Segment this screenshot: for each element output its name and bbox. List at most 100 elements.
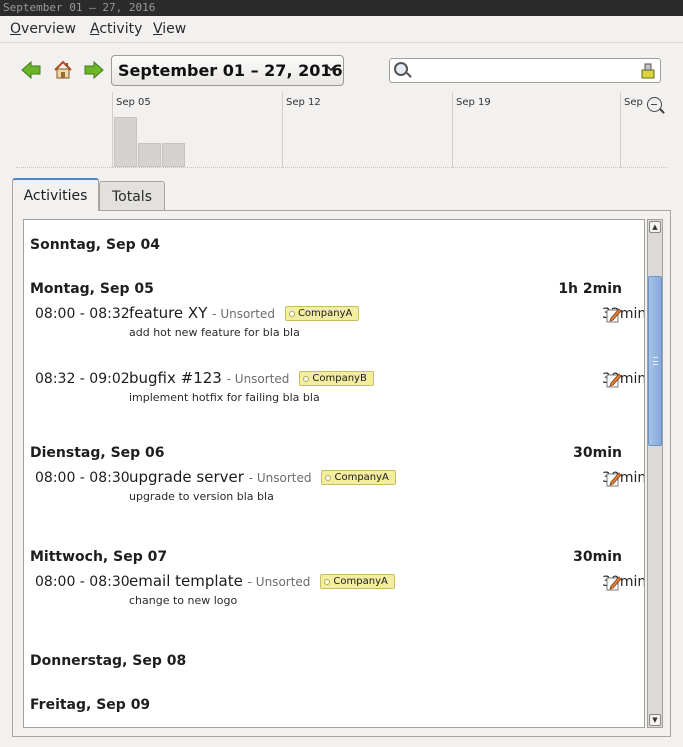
activity-category-label: Unsorted [220, 307, 275, 321]
clear-icon[interactable] [641, 62, 655, 79]
chevron-down-icon [326, 62, 336, 75]
activity-row[interactable]: 08:00 - 08:32 feature XY - Unsorted Compa… [30, 304, 644, 366]
next-button[interactable] [82, 58, 106, 82]
activity-name: email template [129, 572, 243, 590]
day-group: Freitag, Sep 09 [30, 697, 622, 717]
activity-title: email template - Unsorted CompanyA [129, 572, 395, 590]
tag-badge[interactable]: CompanyA [321, 470, 396, 485]
day-header: Donnerstag, Sep 08 [30, 653, 622, 673]
search-field[interactable] [389, 58, 661, 83]
back-arrow-icon [21, 61, 41, 79]
day-header: Sonntag, Sep 04 [30, 237, 622, 257]
search-icon [394, 62, 408, 76]
timeline-tick-label: Sep 12 [286, 97, 321, 108]
tag-badge[interactable]: CompanyA [320, 574, 395, 589]
scroll-down-button[interactable]: ▼ [649, 714, 661, 726]
day-header: Montag, Sep 05 1h 2min [30, 281, 622, 301]
activities-panel: Sonntag, Sep 04 Montag, Sep 05 1h 2min 0… [12, 210, 671, 737]
activity-category: - Unsorted [212, 307, 275, 321]
scroll-thumb[interactable] [648, 276, 662, 446]
activity-list[interactable]: Sonntag, Sep 04 Montag, Sep 05 1h 2min 0… [23, 219, 645, 728]
activity-name: upgrade server [129, 468, 244, 486]
day-total: 30min [573, 445, 622, 461]
activity-row[interactable]: 08:00 - 08:30 email template - Unsorted C… [30, 572, 644, 634]
menu-bar: Overview Activity View [0, 16, 683, 43]
timeline-gridline [112, 92, 113, 168]
activity-category: - Unsorted [248, 471, 312, 485]
day-label: Montag, Sep 05 [30, 281, 154, 297]
timeline-activity-bar[interactable] [138, 143, 161, 167]
day-header: Freitag, Sep 09 [30, 697, 622, 717]
tab-activities[interactable]: Activities [12, 178, 99, 211]
edit-icon[interactable] [606, 307, 622, 323]
menu-mnemonic: O [10, 21, 22, 37]
day-header: Dienstag, Sep 06 30min [30, 445, 622, 465]
menu-activity[interactable]: Activity [90, 21, 142, 37]
day-total: 1h 2min [558, 281, 622, 297]
activity-title: feature XY - Unsorted CompanyA [129, 304, 360, 322]
timeline-gridline [282, 92, 283, 168]
tab-totals[interactable]: Totals [99, 181, 165, 211]
activity-description: change to new logo [129, 594, 238, 607]
activity-title: bugfix #123 - Unsorted CompanyB [129, 369, 374, 387]
activity-row[interactable]: 08:32 - 09:02 bugfix #123 - Unsorted Comp… [30, 369, 644, 431]
activity-name: bugfix #123 [129, 369, 222, 387]
date-range-label: September 01 – 27, 2016 [118, 61, 343, 80]
edit-icon[interactable] [606, 471, 622, 487]
timeline-activity-bar[interactable] [162, 143, 185, 167]
activity-category-label: Unsorted [255, 575, 311, 589]
activity-category: - Unsorted [226, 372, 290, 386]
menu-label: ctivity [99, 21, 143, 37]
edit-icon[interactable] [606, 372, 622, 388]
day-group: Mittwoch, Sep 07 30min 08:00 - 08:30 ema… [30, 549, 644, 634]
day-group: Montag, Sep 05 1h 2min 08:00 - 08:32 fea… [30, 281, 644, 431]
menu-view[interactable]: View [153, 21, 186, 37]
activity-time: 08:00 - 08:30 [35, 574, 130, 590]
activity-description: upgrade to version bla bla [129, 490, 274, 503]
timeline-tick-label: Sep [624, 97, 643, 108]
activity-time: 08:00 - 08:32 [35, 306, 130, 322]
tag-badge[interactable]: CompanyA [284, 306, 360, 321]
timeline-tick-label: Sep 05 [116, 97, 151, 108]
timeline-baseline [16, 167, 668, 168]
timeline-gridline [620, 92, 621, 168]
activity-row[interactable]: 08:00 - 08:30 upgrade server - Unsorted C… [30, 468, 644, 530]
day-group: Donnerstag, Sep 08 [30, 653, 622, 673]
day-label: Donnerstag, Sep 08 [30, 653, 187, 669]
scroll-up-button[interactable]: ▲ [649, 221, 661, 233]
activity-time: 08:32 - 09:02 [35, 371, 130, 387]
activity-description: add hot new feature for bla bla [129, 326, 300, 339]
timeline-tick-label: Sep 19 [456, 97, 491, 108]
day-group: Sonntag, Sep 04 [30, 237, 622, 257]
activity-category: - Unsorted [247, 575, 311, 589]
day-total: 30min [573, 549, 622, 565]
forward-arrow-icon [84, 61, 104, 79]
day-group: Dienstag, Sep 06 30min 08:00 - 08:30 upg… [30, 445, 644, 530]
previous-button[interactable] [19, 58, 43, 82]
menu-overview[interactable]: Overview [10, 21, 76, 37]
activity-category-label: Unsorted [234, 372, 290, 386]
home-button[interactable] [51, 58, 75, 82]
edit-icon[interactable] [606, 575, 622, 591]
menu-label: iew [162, 21, 187, 37]
date-range-selector[interactable]: September 01 – 27, 2016 [111, 55, 344, 86]
activity-time: 08:00 - 08:30 [35, 470, 130, 486]
menu-mnemonic: V [153, 21, 163, 37]
search-input[interactable] [414, 61, 634, 80]
activity-category-label: Unsorted [256, 471, 312, 485]
menu-label: verview [21, 21, 76, 37]
day-label: Freitag, Sep 09 [30, 697, 151, 713]
timeline-gridline [452, 92, 453, 168]
day-label: Dienstag, Sep 06 [30, 445, 165, 461]
window-title: September 01 – 27, 2016 [0, 0, 683, 16]
timeline[interactable]: Sep 05 Sep 12 Sep 19 Sep [16, 92, 668, 168]
day-label: Mittwoch, Sep 07 [30, 549, 168, 565]
timeline-activity-bar[interactable] [114, 117, 137, 167]
vertical-scrollbar[interactable]: ▲ ▼ [647, 219, 663, 728]
activity-description: implement hotfix for failing bla bla [129, 391, 320, 404]
day-label: Sonntag, Sep 04 [30, 237, 160, 253]
menu-mnemonic: A [90, 21, 100, 37]
zoom-out-icon[interactable] [647, 97, 662, 112]
activity-title: upgrade server - Unsorted CompanyA [129, 468, 396, 486]
tag-badge[interactable]: CompanyB [299, 371, 374, 386]
